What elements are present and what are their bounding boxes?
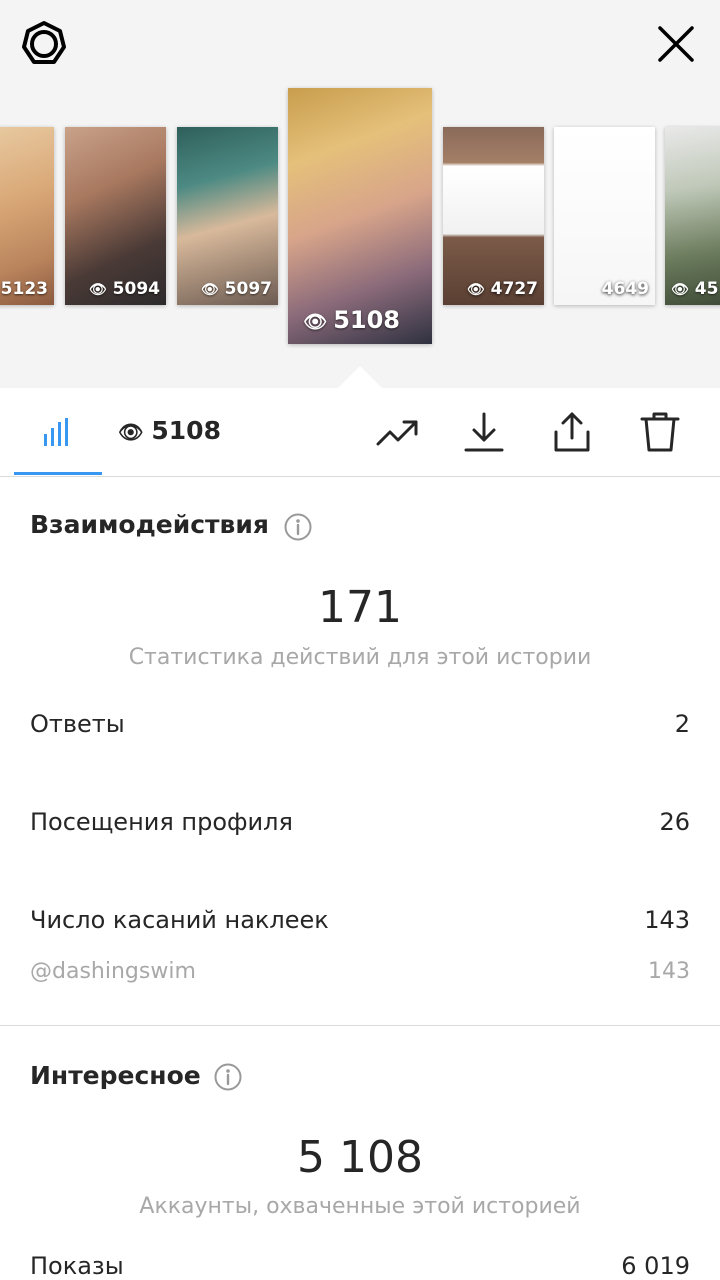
stat-value: 143 [644,906,690,934]
story-view-count: 👁 5108 [303,306,400,334]
story-view-count: 👁 4727 [466,279,538,299]
mention-label: @dashingswim [30,959,196,984]
section-divider [0,1025,720,1026]
stat-value: 6 019 [621,1252,690,1280]
viewers-count[interactable]: 👁 5108 [118,416,221,445]
mention-value: 143 [648,959,690,984]
story-thumbnail-selected[interactable]: 👁 5108 [288,88,432,344]
eye-icon: 👁 [88,282,107,298]
stat-row-profile-visits: Посещения профиля 26 [30,808,690,848]
story-thumbnail[interactable]: 5123 [0,127,54,305]
story-thumbnail[interactable]: 👁 5097 [177,127,278,305]
stat-row-impressions: Показы 6 019 [30,1252,690,1280]
close-icon[interactable] [654,22,698,66]
story-thumbnail[interactable]: 👁 4727 [443,127,544,305]
discovery-caption: Аккаунты, охваченные этой историей [139,1194,581,1219]
story-view-count: 5123 [0,279,48,299]
share-icon[interactable] [550,410,594,454]
section-title-interactions: Взаимодействия [30,510,269,539]
download-icon[interactable] [462,410,506,454]
story-thumbnail[interactable]: 4649 [554,127,655,305]
story-toolbar: 👁 5108 [0,388,720,477]
stat-row-sticker-taps: Число касаний наклеек 143 [30,906,690,946]
trash-icon[interactable] [638,410,682,454]
stat-value: 2 [674,710,690,738]
tab-underline [14,472,102,475]
tab-insights[interactable] [14,388,102,475]
stat-row-replies: Ответы 2 [30,710,690,750]
section-title-discovery: Интересное [30,1061,201,1090]
gear-icon[interactable] [20,20,68,68]
story-carousel: 5123 👁 5094 👁 5097 👁 5108 👁 4727 4649 👁 45 [0,0,720,389]
story-insights-screen: 5123 👁 5094 👁 5097 👁 5108 👁 4727 4649 👁 45 [0,0,720,1280]
eye-icon: 👁 [466,282,485,298]
trending-icon[interactable] [376,410,420,454]
stat-label: Число касаний наклеек [30,906,329,934]
eye-icon: 👁 [118,420,144,444]
discovery-total: 5 108 [297,1132,423,1183]
info-icon[interactable] [214,1063,242,1091]
stat-value: 26 [659,808,690,836]
eye-icon: 👁 [671,282,689,298]
stat-label: Ответы [30,710,125,738]
stat-label: Показы [30,1252,124,1280]
interactions-caption: Статистика действий для этой истории [128,645,592,670]
bar-chart-icon [44,418,68,446]
story-view-count: 4649 [601,279,649,299]
eye-icon: 👁 [200,282,219,298]
story-view-count: 👁 5097 [200,279,272,299]
selected-story-pointer [338,366,382,388]
interactions-total: 171 [318,582,402,633]
eye-icon: 👁 [303,311,328,333]
stat-row-mention[interactable]: @dashingswim 143 [30,959,690,999]
story-view-count: 👁 5094 [88,279,160,299]
story-view-count: 👁 45 [671,279,719,299]
stat-label: Посещения профиля [30,808,293,836]
story-thumbnail[interactable]: 👁 5094 [65,127,166,305]
info-icon[interactable] [284,513,312,541]
story-thumbnail[interactable]: 👁 45 [665,127,720,305]
